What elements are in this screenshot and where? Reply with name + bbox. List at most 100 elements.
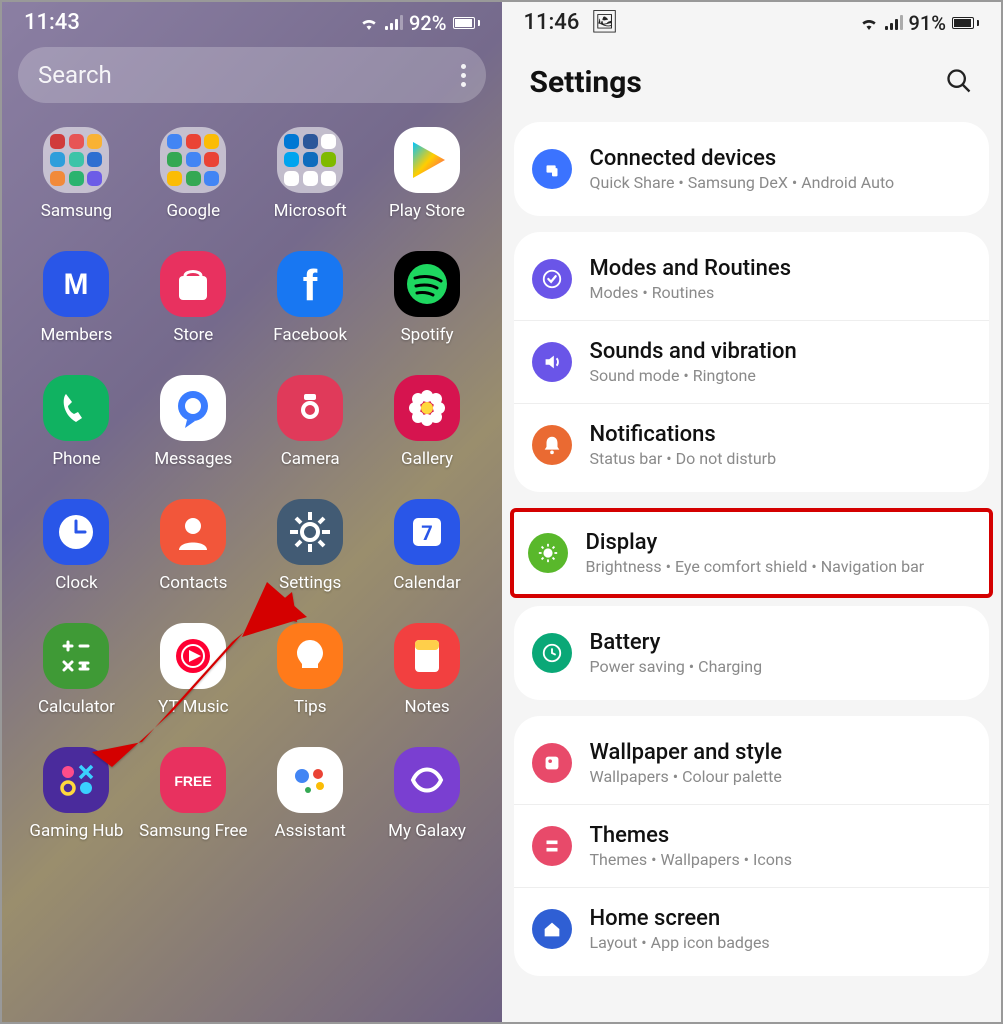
app-camera[interactable]: Camera bbox=[256, 375, 365, 469]
row-text: NotificationsStatus bar • Do not disturb bbox=[590, 422, 777, 468]
status-icons: 92% bbox=[359, 11, 479, 35]
app-settings[interactable]: Settings bbox=[256, 499, 365, 593]
home-screen-panel: 11:43 92% Search Samsung Google Microsoft P… bbox=[2, 2, 502, 1022]
settings-group: Modes and Routines Modes • Routines Sounds… bbox=[514, 232, 990, 492]
app-gallery[interactable]: Gallery bbox=[373, 375, 482, 469]
sun-icon bbox=[528, 533, 568, 573]
row-subtitle: Modes • Routines bbox=[590, 283, 792, 302]
app-label: Play Store bbox=[389, 201, 465, 221]
settings-row-modes-and-routines[interactable]: Modes and Routines Modes • Routines bbox=[514, 238, 990, 321]
check-badge-icon bbox=[532, 259, 572, 299]
svg-text:f: f bbox=[303, 261, 318, 308]
app-icon bbox=[160, 375, 226, 441]
row-text: Modes and Routines Modes • Routines bbox=[590, 256, 792, 302]
highlighted-setting: DisplayBrightness • Eye comfort shield •… bbox=[510, 508, 994, 598]
settings-row-display[interactable]: DisplayBrightness • Eye comfort shield •… bbox=[514, 512, 990, 594]
row-text: Sounds and vibrationSound mode • Rington… bbox=[590, 339, 797, 385]
app-icon: M bbox=[43, 251, 109, 317]
app-label: Members bbox=[41, 325, 113, 345]
signal-icon bbox=[385, 15, 403, 30]
settings-header: Settings bbox=[502, 41, 1002, 122]
app-label: Calculator bbox=[38, 697, 115, 717]
app-icon bbox=[277, 499, 343, 565]
app-calculator[interactable]: Calculator bbox=[22, 623, 131, 717]
app-yt-music[interactable]: YT Music bbox=[139, 623, 248, 717]
app-grid: Samsung Google Microsoft Play Store M Members… bbox=[2, 117, 502, 861]
app-assistant[interactable]: Assistant bbox=[256, 747, 365, 841]
app-calendar[interactable]: 7 Calendar bbox=[373, 499, 482, 593]
app-label: Microsoft bbox=[274, 201, 347, 221]
row-subtitle: Quick Share • Samsung DeX • Android Auto bbox=[590, 173, 895, 192]
row-text: Home screenLayout • App icon badges bbox=[590, 906, 770, 952]
app-members[interactable]: M Members bbox=[22, 251, 131, 345]
app-notes[interactable]: Notes bbox=[373, 623, 482, 717]
app-label: Facebook bbox=[273, 325, 347, 345]
sound-icon bbox=[532, 342, 572, 382]
app-label: Samsung Free bbox=[139, 821, 247, 841]
settings-group: Connected devicesQuick Share • Samsung D… bbox=[514, 122, 990, 216]
app-label: Notes bbox=[404, 697, 449, 717]
app-label: Calendar bbox=[393, 573, 460, 593]
app-spotify[interactable]: Spotify bbox=[373, 251, 482, 345]
row-subtitle: Themes • Wallpapers • Icons bbox=[590, 850, 793, 869]
app-tips[interactable]: Tips bbox=[256, 623, 365, 717]
app-label: Tips bbox=[294, 697, 327, 717]
row-text: BatteryPower saving • Charging bbox=[590, 630, 763, 676]
search-bar[interactable]: Search bbox=[18, 47, 486, 103]
app-label: Spotify bbox=[401, 325, 454, 345]
app-samsung-free[interactable]: FREE Samsung Free bbox=[139, 747, 248, 841]
settings-group: BatteryPower saving • Charging bbox=[514, 606, 990, 700]
app-gaming-hub[interactable]: Gaming Hub bbox=[22, 747, 131, 841]
row-title: Display bbox=[586, 530, 925, 555]
settings-row-notifications[interactable]: NotificationsStatus bar • Do not disturb bbox=[514, 404, 990, 486]
app-icon bbox=[277, 623, 343, 689]
brush-icon bbox=[532, 826, 572, 866]
app-samsung[interactable]: Samsung bbox=[22, 127, 131, 221]
app-label: Messages bbox=[154, 449, 232, 469]
svg-text:FREE: FREE bbox=[175, 773, 212, 789]
settings-row-home-screen[interactable]: Home screenLayout • App icon badges bbox=[514, 888, 990, 970]
app-icon bbox=[394, 127, 460, 193]
app-phone[interactable]: Phone bbox=[22, 375, 131, 469]
app-label: Store bbox=[173, 325, 213, 345]
app-label: Google bbox=[166, 201, 220, 221]
row-title: Modes and Routines bbox=[590, 256, 792, 281]
app-label: YT Music bbox=[158, 697, 228, 717]
status-bar: 11:43 92% bbox=[2, 2, 502, 41]
app-label: Gallery bbox=[401, 449, 453, 469]
svg-text:M: M bbox=[64, 268, 89, 301]
battery-icon bbox=[952, 17, 979, 29]
app-clock[interactable]: Clock bbox=[22, 499, 131, 593]
app-play-store[interactable]: Play Store bbox=[373, 127, 482, 221]
app-label: Clock bbox=[55, 573, 97, 593]
app-icon bbox=[160, 251, 226, 317]
app-icon bbox=[160, 499, 226, 565]
more-icon[interactable] bbox=[461, 64, 466, 87]
settings-row-wallpaper-and-style[interactable]: Wallpaper and styleWallpapers • Colour p… bbox=[514, 722, 990, 805]
row-title: Battery bbox=[590, 630, 763, 655]
app-messages[interactable]: Messages bbox=[139, 375, 248, 469]
settings-row-battery[interactable]: BatteryPower saving • Charging bbox=[514, 612, 990, 694]
app-microsoft[interactable]: Microsoft bbox=[256, 127, 365, 221]
search-icon[interactable] bbox=[945, 67, 973, 99]
settings-row-themes[interactable]: ThemesThemes • Wallpapers • Icons bbox=[514, 805, 990, 888]
status-icons: 91% bbox=[859, 11, 979, 35]
home-icon bbox=[532, 909, 572, 949]
palette-icon bbox=[532, 743, 572, 783]
search-placeholder: Search bbox=[38, 61, 112, 89]
app-facebook[interactable]: f Facebook bbox=[256, 251, 365, 345]
battery-percent: 92% bbox=[409, 11, 446, 35]
settings-row-sounds-and-vibration[interactable]: Sounds and vibrationSound mode • Rington… bbox=[514, 321, 990, 404]
svg-text:7: 7 bbox=[421, 521, 432, 545]
app-google[interactable]: Google bbox=[139, 127, 248, 221]
folder-icon bbox=[43, 127, 109, 193]
app-store[interactable]: Store bbox=[139, 251, 248, 345]
app-contacts[interactable]: Contacts bbox=[139, 499, 248, 593]
app-icon bbox=[394, 251, 460, 317]
battery-percent: 91% bbox=[909, 11, 946, 35]
settings-row-connected-devices[interactable]: Connected devicesQuick Share • Samsung D… bbox=[514, 128, 990, 210]
app-my-galaxy[interactable]: My Galaxy bbox=[373, 747, 482, 841]
devices-icon bbox=[532, 149, 572, 189]
app-icon bbox=[160, 623, 226, 689]
app-icon bbox=[277, 747, 343, 813]
